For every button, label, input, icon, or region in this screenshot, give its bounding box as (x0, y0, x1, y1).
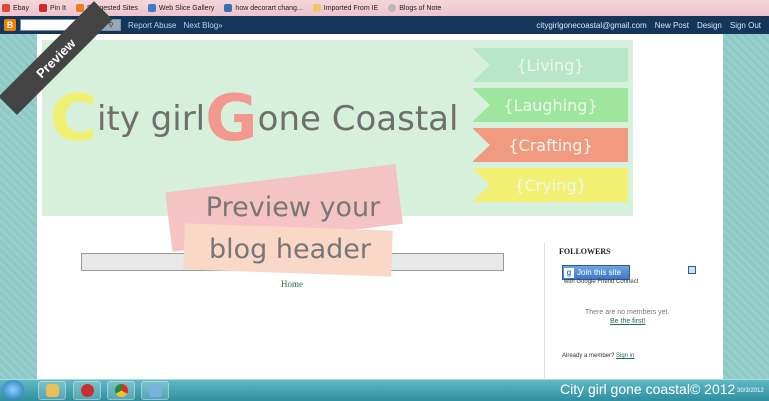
home-link[interactable]: Home (281, 279, 303, 289)
favorite-blogs-of-note[interactable]: Blogs of Note (388, 4, 441, 12)
decorart-icon (224, 4, 233, 12)
favorites-bar: Ebay Pin It Suggested Sites Web Slice Ga… (0, 0, 769, 17)
start-button[interactable] (2, 380, 24, 399)
taskbar-file-explorer[interactable] (38, 381, 66, 400)
blogger-navbar: B ⚲ Report Abuse Next Blog» citygirlgone… (0, 16, 769, 34)
preview-text-line1: Preview your (205, 192, 381, 223)
taskbar-chrome[interactable] (107, 381, 135, 400)
blogs-of-note-icon (388, 4, 397, 12)
popout-icon[interactable] (688, 266, 696, 274)
join-this-site-button[interactable]: g Join this site (562, 265, 630, 280)
taskbar-media-player[interactable] (73, 381, 101, 400)
media-player-icon (80, 384, 94, 397)
sign-out-link[interactable]: Sign Out (730, 21, 761, 30)
next-blog-link[interactable]: Next Blog» (183, 21, 222, 30)
new-post-link[interactable]: New Post (655, 21, 689, 30)
preview-text-line2: blog header (209, 234, 371, 265)
ebay-icon (2, 4, 10, 12)
favorite-pin-it[interactable]: Pin It (38, 4, 66, 12)
chrome-icon (114, 384, 128, 397)
favorite-web-slice-gallery[interactable]: Web Slice Gallery (147, 4, 214, 12)
favorite-decorart[interactable]: how decorart chang... (224, 4, 303, 12)
watermark: City girl gone coastal© 2012 (560, 381, 736, 397)
flag-crafting: {Crafting} (472, 128, 628, 162)
favorite-ebay[interactable]: Ebay (2, 4, 29, 12)
already-member: Already a member? Sign in (562, 353, 635, 359)
favorite-imported-from-ie[interactable]: Imported From IE (312, 4, 378, 12)
be-the-first-link[interactable]: Be the first! (610, 318, 645, 325)
gfc-text: with Google Friend Connect (564, 279, 639, 285)
flag-laughing: {Laughing} (472, 88, 628, 122)
pin-it-icon (38, 4, 47, 12)
blog-title: City girlGone Coastal (50, 82, 459, 156)
followers-title: FOLLOWERS (559, 247, 611, 256)
report-abuse-link[interactable]: Report Abuse (128, 21, 176, 30)
design-link[interactable]: Design (697, 21, 722, 30)
blogger-logo-icon[interactable]: B (4, 19, 16, 31)
google-icon: g (564, 267, 574, 278)
no-members-text: There are no members yet. (585, 309, 670, 316)
account-email: citygirlgonecoastal@gmail.com (536, 20, 647, 30)
taskbar-paint[interactable] (141, 381, 169, 400)
sign-in-link[interactable]: Sign in (616, 353, 634, 359)
flag-living: {Living} (472, 48, 628, 82)
paint-icon (148, 384, 162, 397)
web-slice-icon (147, 4, 156, 12)
clock: 30/3/2012 (737, 388, 764, 394)
file-explorer-icon (45, 384, 59, 397)
flag-crying: {Crying} (472, 168, 628, 202)
folder-icon (312, 4, 321, 12)
